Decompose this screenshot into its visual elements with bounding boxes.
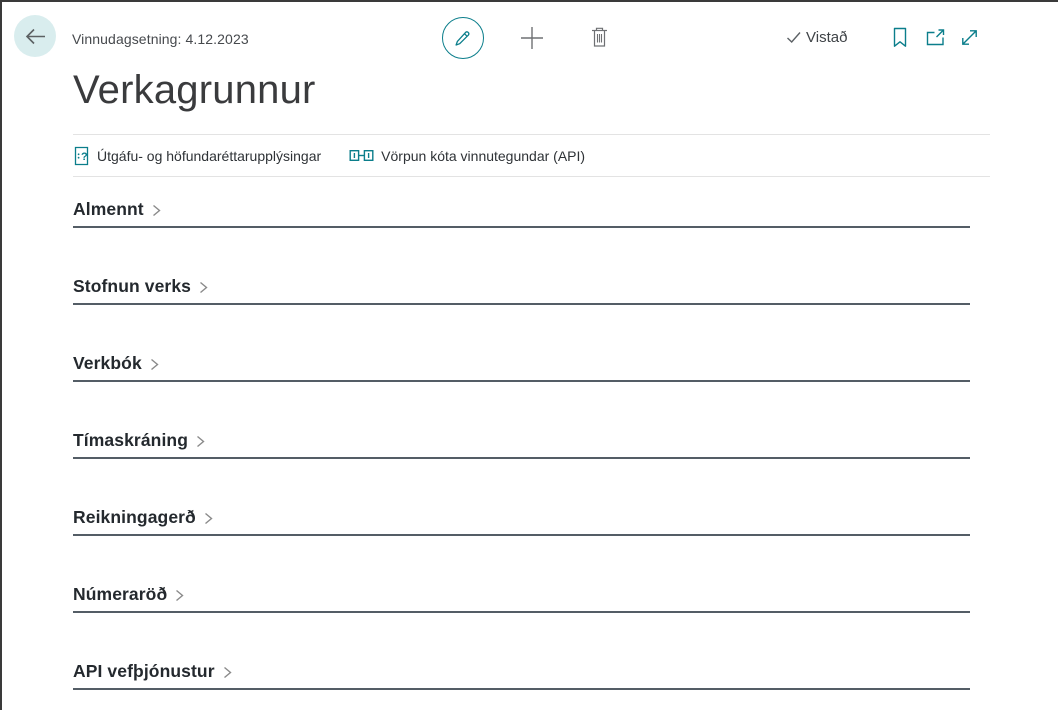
pencil-icon [453, 28, 473, 48]
page-action-links: ? Útgáfu- og höfundaréttarupplýsingar Vö… [73, 135, 1058, 176]
section-numerarod[interactable]: Númeraröð [73, 582, 970, 613]
edit-pencil-button[interactable] [442, 17, 484, 59]
section-label: Tímaskráning [73, 428, 188, 452]
top-bar: Vinnudagsetning: 4.12.2023 [2, 2, 1058, 60]
chevron-right-icon [151, 204, 162, 217]
bookmark-icon [892, 27, 908, 48]
arrow-left-icon [24, 28, 47, 45]
section-label: Verkbók [73, 351, 142, 375]
link-release-copyright-info[interactable]: ? Útgáfu- og höfundaréttarupplýsingar [73, 146, 321, 166]
section-timaskraning[interactable]: Tímaskráning [73, 428, 970, 459]
section-stofnun-verks[interactable]: Stofnun verks [73, 274, 970, 305]
divider [73, 176, 990, 177]
open-in-new-window-button[interactable] [925, 28, 946, 47]
expand-diagonal-icon [959, 27, 980, 48]
back-button[interactable] [14, 15, 56, 57]
open-in-new-window-icon [925, 28, 946, 47]
section-api-vefthjonustur[interactable]: API vefþjónustur [73, 659, 970, 690]
fasttab-sections: Almennt Stofnun verks Verkbók Tímaskráni… [73, 197, 970, 690]
svg-text:?: ? [81, 151, 88, 163]
section-label: Reikningagerð [73, 505, 196, 529]
section-label: Almennt [73, 197, 144, 221]
link-label: Útgáfu- og höfundaréttarupplýsingar [97, 148, 321, 164]
check-icon [786, 31, 802, 44]
new-document-button[interactable] [519, 25, 545, 51]
work-date-label: Vinnudagsetning: 4.12.2023 [72, 31, 249, 47]
chevron-right-icon [222, 666, 233, 679]
bookmark-button[interactable] [892, 27, 908, 48]
section-label: Númeraröð [73, 582, 167, 606]
link-api-work-type-mapping[interactable]: Vörpun kóta vinnutegundar (API) [349, 147, 585, 164]
saved-label: Vistað [806, 29, 847, 46]
section-label: Stofnun verks [73, 274, 191, 298]
expand-page-button[interactable] [959, 27, 980, 48]
chevron-right-icon [149, 358, 160, 371]
chevron-right-icon [174, 589, 185, 602]
code-mapping-icon [349, 147, 374, 164]
page-title: Verkagrunnur [73, 65, 1058, 115]
section-label: API vefþjónustur [73, 659, 215, 683]
section-reikningagerd[interactable]: Reikningagerð [73, 505, 970, 536]
section-verkbok[interactable]: Verkbók [73, 351, 970, 382]
section-almennt[interactable]: Almennt [73, 197, 970, 228]
plus-icon [519, 25, 545, 51]
release-notes-icon: ? [73, 146, 90, 166]
delete-button[interactable] [590, 26, 609, 49]
chevron-right-icon [195, 435, 206, 448]
saved-status: Vistað [786, 29, 847, 46]
trash-icon [590, 26, 609, 49]
chevron-right-icon [203, 512, 214, 525]
jobs-setup-page: Vinnudagsetning: 4.12.2023 [0, 0, 1058, 710]
chevron-right-icon [198, 281, 209, 294]
link-label: Vörpun kóta vinnutegundar (API) [381, 148, 585, 164]
